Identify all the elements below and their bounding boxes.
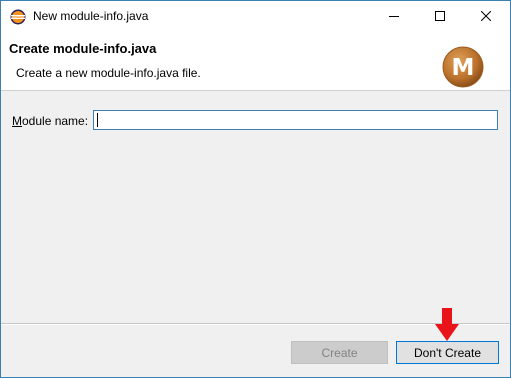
create-button[interactable]: Create	[291, 341, 388, 364]
module-name-mnemonic: M	[12, 114, 22, 128]
maximize-icon	[435, 11, 445, 21]
module-name-input[interactable]	[93, 110, 498, 130]
minimize-icon	[389, 16, 399, 17]
window-title: New module-info.java	[33, 9, 149, 23]
minimize-button[interactable]	[371, 1, 417, 31]
page-description: Create a new module-info.java file.	[16, 66, 201, 80]
close-icon	[481, 11, 491, 21]
page-title: Create module-info.java	[9, 41, 157, 56]
module-logo-icon: M	[442, 46, 484, 88]
red-down-arrow-icon	[435, 308, 459, 341]
dont-create-button[interactable]: Don't Create	[396, 341, 499, 364]
text-caret	[97, 113, 98, 127]
module-name-label: Module name:	[12, 114, 88, 128]
maximize-button[interactable]	[417, 1, 463, 31]
close-button[interactable]	[463, 1, 509, 31]
title-bar[interactable]: New module-info.java	[1, 1, 510, 31]
button-bar-separator-highlight	[1, 324, 510, 325]
eclipse-icon	[10, 9, 26, 25]
module-name-label-text: odule name:	[22, 114, 89, 128]
wizard-header: Create module-info.java Create a new mod…	[1, 31, 510, 91]
dialog-window: New module-info.java Create module-info.…	[0, 0, 511, 378]
dont-create-label: Don't Create	[414, 345, 481, 360]
logo-letter: M	[452, 55, 475, 81]
